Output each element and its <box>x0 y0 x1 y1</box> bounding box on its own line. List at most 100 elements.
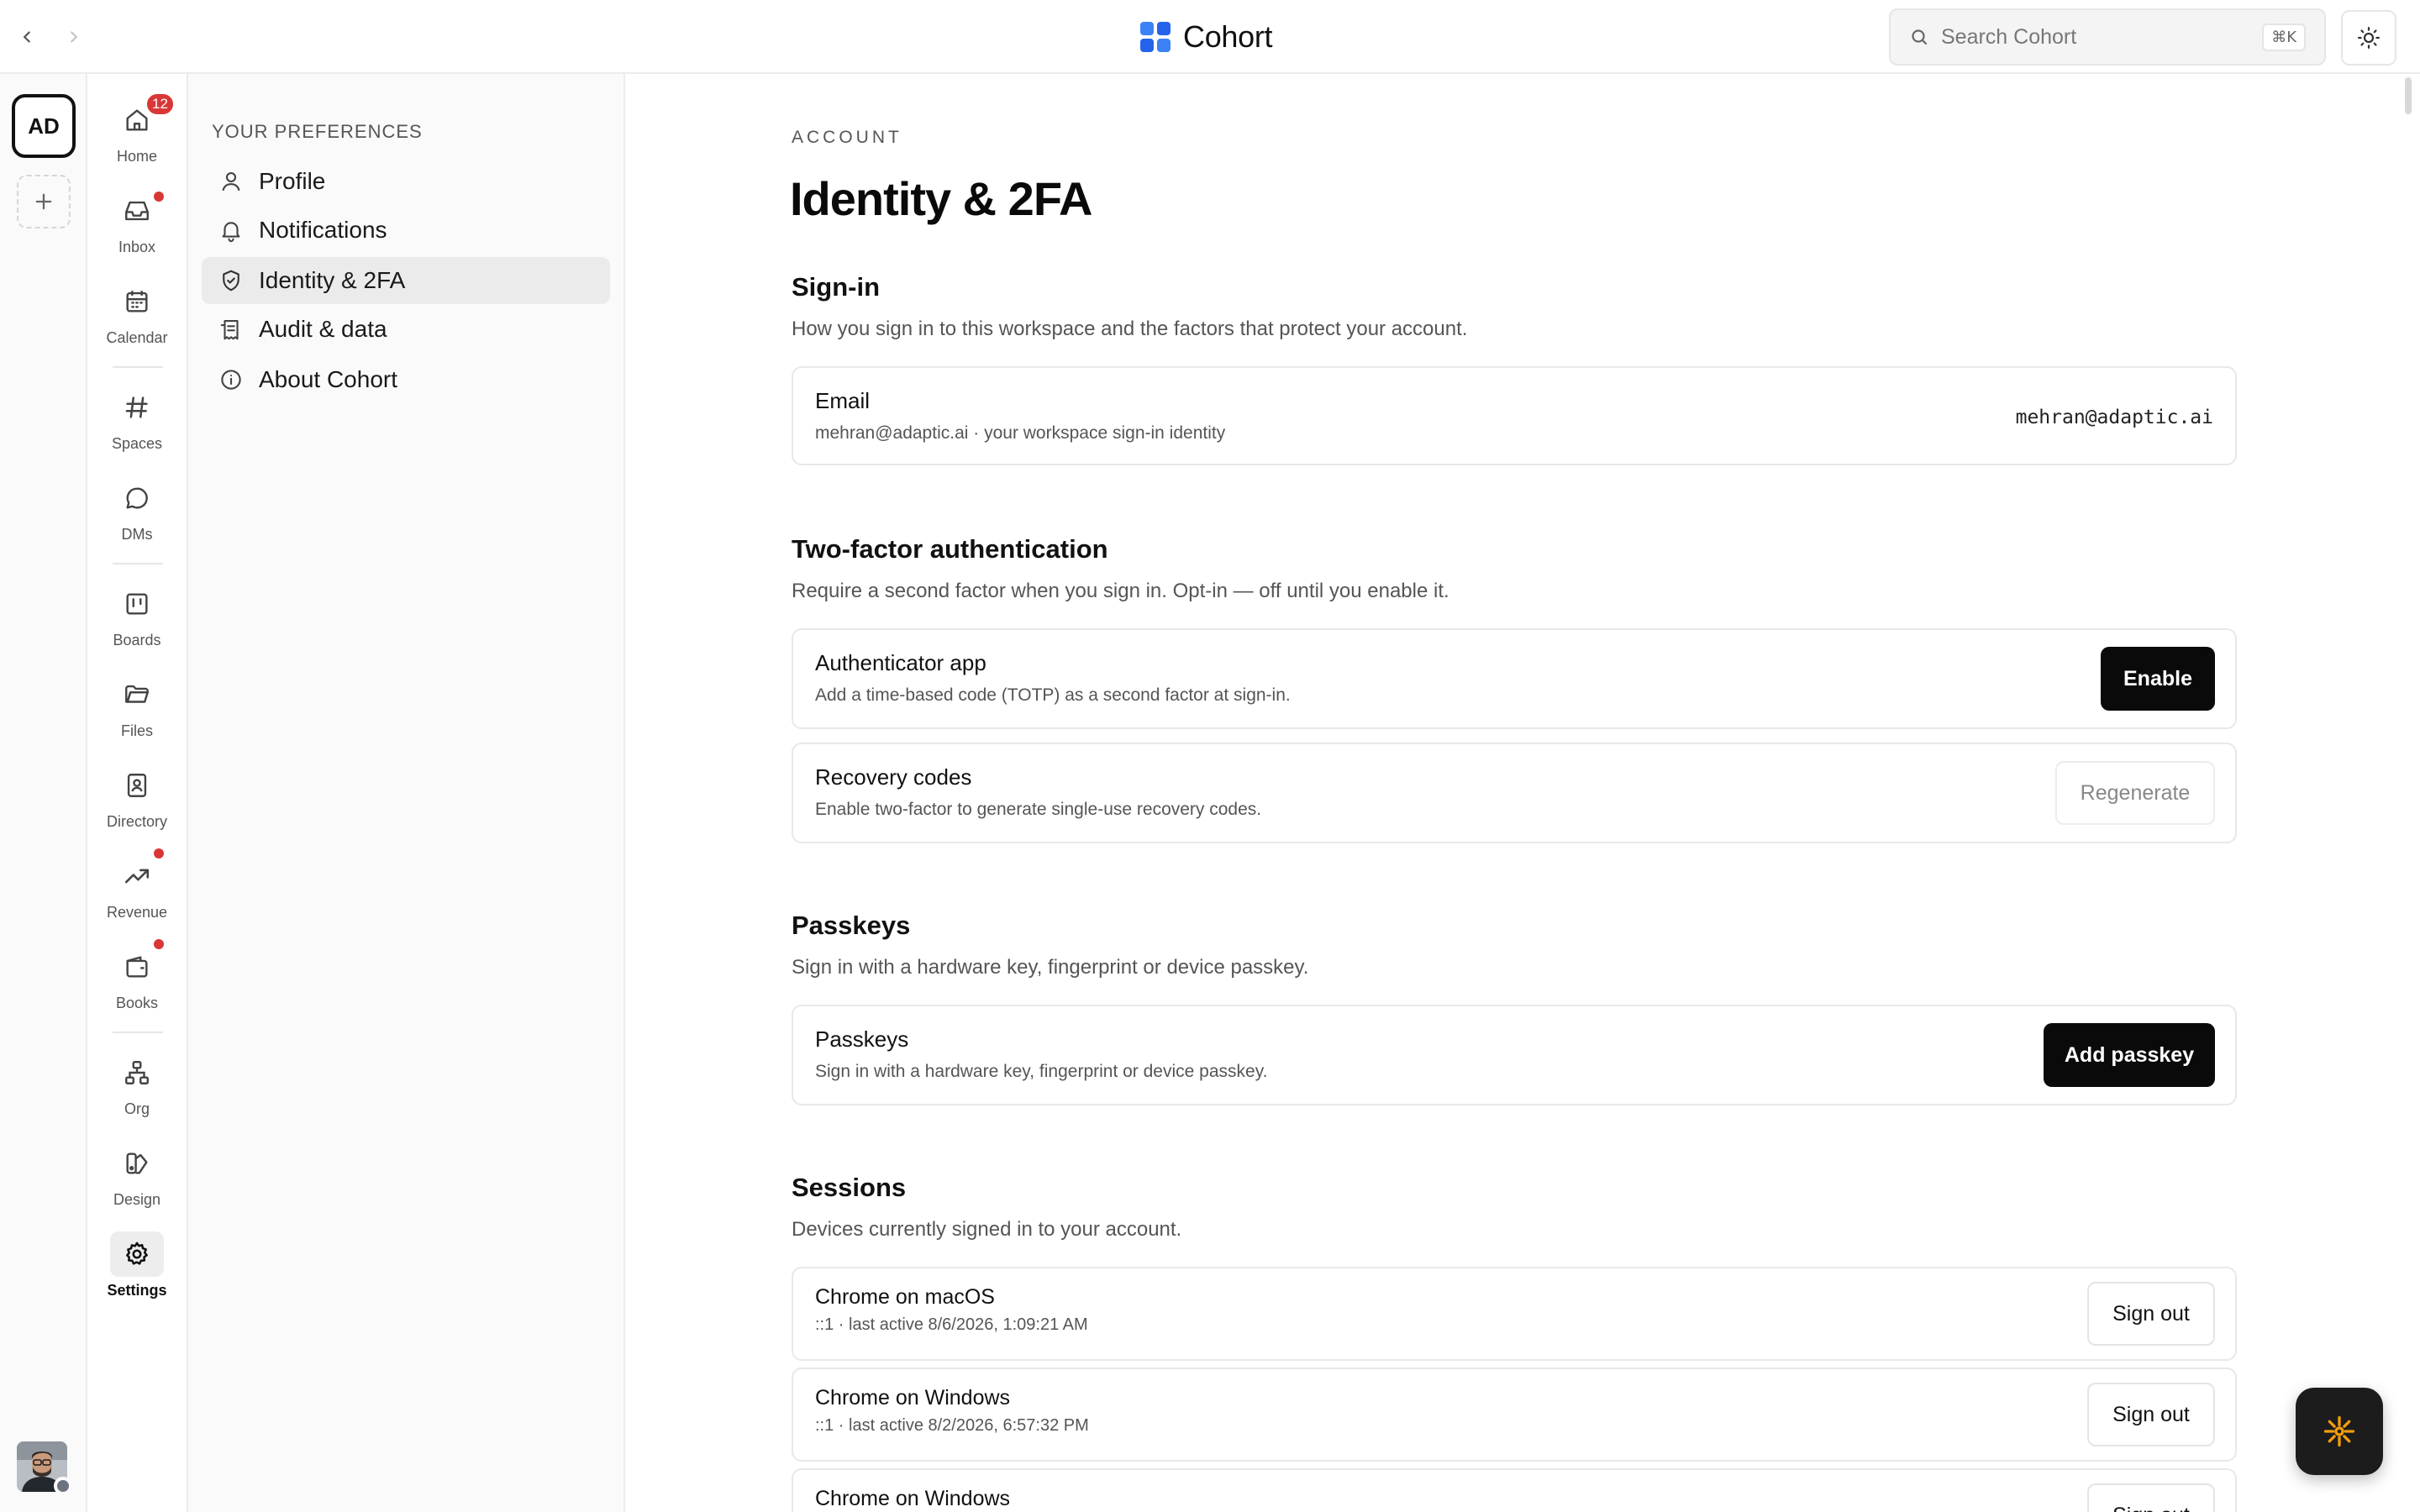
pref-label: Notifications <box>259 217 387 243</box>
rail-item-revenue[interactable]: Revenue <box>87 848 187 921</box>
authenticator-subtext: Add a time-based code (TOTP) as a second… <box>815 685 1291 705</box>
pref-label: Audit & data <box>259 316 387 342</box>
pref-item-identity[interactable]: Identity & 2FA <box>202 257 610 304</box>
rail-item-directory[interactable]: Directory <box>87 763 187 831</box>
rail-item-books[interactable]: Books <box>87 939 187 1012</box>
receipt-icon <box>220 319 239 340</box>
top-bar: Cohort ⌘K <box>0 0 2420 74</box>
rail-item-spaces[interactable]: Spaces <box>87 385 187 453</box>
contact-book-icon <box>127 774 147 797</box>
session-row: Chrome on Windows Sign out <box>792 1468 2237 1512</box>
app-rail: 12 Home Inbox Calendar Spaces DMs Boards… <box>87 74 188 1512</box>
sign-out-button[interactable]: Sign out <box>2087 1383 2215 1446</box>
inbox-icon <box>125 201 149 221</box>
info-icon <box>221 370 241 390</box>
search-shortcut: ⌘K <box>2262 23 2306 51</box>
inbox-unread-dot <box>154 192 164 202</box>
email-subtext: mehran@adaptic.ai · your workspace sign-… <box>815 423 1226 443</box>
search-icon <box>1912 29 1928 45</box>
shield-check-icon <box>223 270 239 291</box>
authenticator-label: Authenticator app <box>815 650 986 675</box>
pref-item-about[interactable]: About Cohort <box>202 356 610 403</box>
rail-label: DMs <box>121 526 153 543</box>
rail-label: Books <box>115 995 159 1011</box>
session-device: Chrome on macOS <box>815 1285 995 1309</box>
bell-icon <box>222 222 240 243</box>
revenue-dot <box>154 848 164 858</box>
trending-up-icon <box>124 869 150 884</box>
regenerate-codes-button[interactable]: Regenerate <box>2055 761 2215 825</box>
rail-item-settings[interactable]: Settings <box>87 1231 187 1299</box>
hash-icon <box>125 396 148 418</box>
rail-divider <box>113 1032 163 1033</box>
add-passkey-button[interactable]: Add passkey <box>2044 1023 2215 1087</box>
page-eyebrow: ACCOUNT <box>792 128 902 147</box>
rail-item-org[interactable]: Org <box>87 1050 187 1118</box>
passkeys-description: Sign in with a hardware key, fingerprint… <box>792 956 1309 979</box>
signin-description: How you sign in to this workspace and th… <box>792 318 1468 340</box>
session-device: Chrome on Windows <box>815 1386 1011 1410</box>
rail-item-calendar[interactable]: Calendar <box>87 279 187 347</box>
rail-label: Design <box>113 1191 161 1208</box>
plus-icon <box>35 193 52 210</box>
main-content: ACCOUNT Identity & 2FA Sign-in How you s… <box>627 74 2400 1512</box>
sessions-heading: Sessions <box>792 1173 907 1202</box>
recovery-codes-card: Recovery codes Enable two-factor to gene… <box>792 743 2237 843</box>
session-device: Chrome on Windows <box>815 1487 1011 1510</box>
sign-out-button[interactable]: Sign out <box>2087 1282 2215 1346</box>
rail-label: Calendar <box>106 329 168 346</box>
passkeys-card: Passkeys Sign in with a hardware key, fi… <box>792 1005 2237 1105</box>
passkeys-heading: Passkeys <box>792 911 911 940</box>
page-scrollbar[interactable] <box>2405 77 2412 114</box>
add-workspace-button[interactable] <box>17 175 71 228</box>
email-label: Email <box>815 388 871 413</box>
twofa-heading: Two-factor authentication <box>792 534 1108 564</box>
passkeys-subtext: Sign in with a hardware key, fingerprint… <box>815 1062 1268 1081</box>
rail-item-boards[interactable]: Boards <box>87 581 187 649</box>
pref-item-notifications[interactable]: Notifications <box>202 207 610 254</box>
email-value: mehran@adaptic.ai <box>2015 407 2213 428</box>
session-detail: ::1 · last active 8/6/2026, 1:09:21 AM <box>815 1315 1088 1334</box>
theme-toggle-button[interactable] <box>2341 10 2396 66</box>
rail-label: Org <box>124 1100 150 1117</box>
sign-out-button[interactable]: Sign out <box>2087 1483 2215 1512</box>
rail-label: Spaces <box>111 435 163 452</box>
workspace-avatar[interactable]: AD <box>12 94 76 158</box>
rail-item-files[interactable]: Files <box>87 672 187 740</box>
workspace-initials: AD <box>28 113 60 139</box>
pref-item-audit[interactable]: Audit & data <box>202 306 610 353</box>
rail-item-home[interactable]: 12 Home <box>87 92 187 165</box>
search-input[interactable] <box>1941 24 2263 50</box>
message-icon <box>126 487 148 509</box>
assistant-button[interactable] <box>2296 1388 2383 1475</box>
rail-label: Revenue <box>106 904 168 921</box>
pref-item-profile[interactable]: Profile <box>202 158 610 205</box>
recovery-codes-subtext: Enable two-factor to generate single-use… <box>815 800 1262 819</box>
rail-label: Files <box>120 722 153 739</box>
presence-status <box>54 1477 72 1495</box>
rail-label: Directory <box>106 813 167 830</box>
cohort-logo-icon <box>1140 22 1171 52</box>
recovery-codes-label: Recovery codes <box>815 764 972 790</box>
back-arrow-icon[interactable] <box>8 18 45 55</box>
passkeys-label: Passkeys <box>815 1026 909 1052</box>
user-icon <box>222 171 240 192</box>
board-icon <box>126 593 148 615</box>
brand[interactable]: Cohort <box>1139 17 1273 57</box>
rail-label: Boards <box>113 632 161 648</box>
rail-divider <box>113 366 163 368</box>
preferences-sidebar: YOUR PREFERENCES Profile Notifications I… <box>188 74 625 1512</box>
session-detail: ::1 · last active 8/2/2026, 6:57:32 PM <box>815 1416 1089 1435</box>
forward-arrow-icon[interactable] <box>55 18 92 55</box>
enable-2fa-button[interactable]: Enable <box>2101 647 2215 711</box>
pref-label: Identity & 2FA <box>259 267 406 293</box>
sessions-description: Devices currently signed in to your acco… <box>792 1218 1182 1241</box>
preferences-heading: YOUR PREFERENCES <box>212 121 423 142</box>
rail-label: Home <box>116 148 157 165</box>
rail-item-design[interactable]: Design <box>87 1141 187 1209</box>
search-bar[interactable]: ⌘K <box>1889 8 2326 66</box>
rail-item-dms[interactable]: DMs <box>87 475 187 543</box>
rail-item-inbox[interactable]: Inbox <box>87 188 187 256</box>
gear-icon <box>126 1242 148 1265</box>
page-title: Identity & 2FA <box>790 172 1092 225</box>
